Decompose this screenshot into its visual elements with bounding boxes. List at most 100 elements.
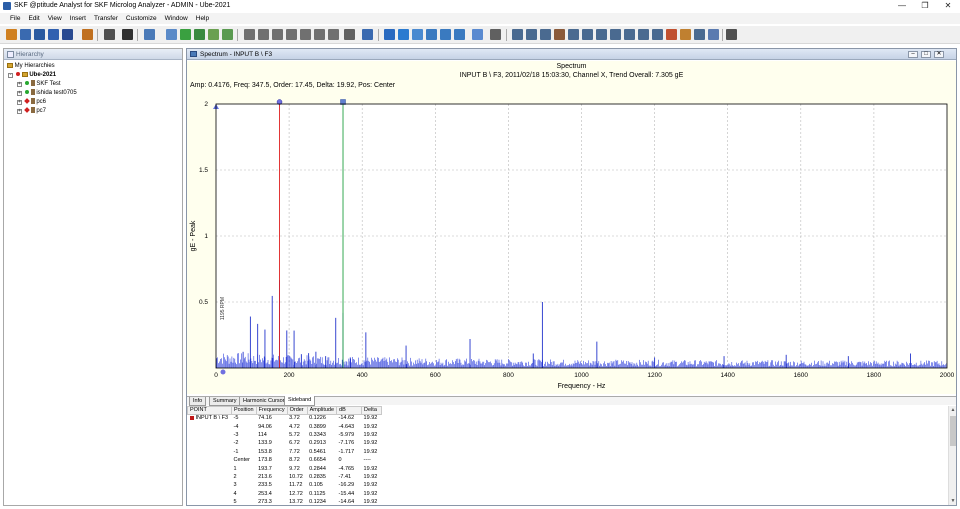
scroll-up-icon[interactable]: ▲ xyxy=(949,406,957,414)
table-row[interactable]: -3 114 5.72 0.3343 -5.979 19.92 xyxy=(188,431,382,439)
menu-insert[interactable]: Insert xyxy=(66,13,90,24)
col-point[interactable]: POINT xyxy=(187,406,232,415)
col-db[interactable]: dB xyxy=(336,406,363,415)
plot-time-icon[interactable] xyxy=(258,29,269,40)
waveform-icon[interactable] xyxy=(166,29,177,40)
cursor-icon[interactable] xyxy=(384,29,395,40)
scroll-thumb[interactable] xyxy=(950,416,956,446)
settings-icon[interactable] xyxy=(694,29,705,40)
menu-transfer[interactable]: Transfer xyxy=(90,13,122,24)
menu-help[interactable]: Help xyxy=(192,13,213,24)
expand-icon[interactable]: + xyxy=(17,91,22,96)
marker-icon[interactable] xyxy=(454,29,465,40)
menu-file[interactable]: File xyxy=(6,13,24,24)
open-icon[interactable] xyxy=(20,29,31,40)
tab-summary[interactable]: Summary xyxy=(209,397,241,406)
expand-icon[interactable]: + xyxy=(17,100,22,105)
zoom-in-icon[interactable] xyxy=(180,29,191,40)
table-row[interactable]: -1 153.8 7.72 0.5461 -1.717 19.92 xyxy=(188,448,382,456)
spectrum-maximize-button[interactable]: □ xyxy=(921,51,931,58)
play-icon[interactable] xyxy=(490,29,501,40)
harmonic-cursor-icon[interactable] xyxy=(398,29,409,40)
tree-root[interactable]: My Hierarchies xyxy=(7,62,55,70)
close-button[interactable]: ✕ xyxy=(937,0,959,12)
alarm-icon[interactable] xyxy=(582,29,593,40)
tab-sideband[interactable]: Sideband xyxy=(284,396,316,406)
tab-harmonic-cursor[interactable]: Harmonic Cursor xyxy=(239,397,289,406)
table-scrollbar[interactable]: ▲ ▼ xyxy=(948,406,956,505)
table-row[interactable]: 5 273.3 13.72 0.1234 -14.64 19.92 xyxy=(188,498,382,505)
bearing-icon[interactable] xyxy=(554,29,565,40)
minimize-button[interactable]: — xyxy=(891,0,913,12)
axis-icon[interactable] xyxy=(526,29,537,40)
properties-icon[interactable] xyxy=(62,29,73,40)
overlay-icon[interactable] xyxy=(472,29,483,40)
plot-bode-icon[interactable] xyxy=(328,29,339,40)
spectrum-chart[interactable]: 0 200 400 600 800 1000 1200 1400 1600 1800 2000 0.5… xyxy=(187,94,956,394)
print-icon[interactable] xyxy=(344,29,355,40)
refresh-icon[interactable] xyxy=(222,29,233,40)
filter-icon[interactable] xyxy=(512,29,523,40)
copy-icon[interactable] xyxy=(652,29,663,40)
col-delta[interactable]: Delta xyxy=(361,406,383,415)
grid-icon[interactable] xyxy=(596,29,607,40)
spectrum-minimize-button[interactable]: – xyxy=(908,51,918,58)
scroll-down-icon[interactable]: ▼ xyxy=(949,497,957,505)
zoom-out-icon[interactable] xyxy=(194,29,205,40)
units-icon[interactable] xyxy=(666,29,677,40)
transfer-icon[interactable] xyxy=(82,29,93,40)
peak-cursor-icon[interactable] xyxy=(426,29,437,40)
window-icon[interactable] xyxy=(708,29,719,40)
band-cursor-icon[interactable] xyxy=(440,29,451,40)
col-order[interactable]: Order xyxy=(286,406,308,415)
save-icon[interactable] xyxy=(34,29,45,40)
plot-phase-icon[interactable] xyxy=(314,29,325,40)
col-amplitude[interactable]: Amplitude xyxy=(306,406,338,415)
sideband-cursor-icon[interactable] xyxy=(412,29,423,40)
table-row[interactable]: 3 233.5 11.72 0.105 -16.29 19.92 xyxy=(188,482,382,490)
tree-item-pc7[interactable]: + pc7 xyxy=(17,107,46,115)
menu-customize[interactable]: Customize xyxy=(122,13,161,24)
tree-item-ube-2021[interactable]: - Ube-2021 xyxy=(8,71,56,79)
legend-icon[interactable] xyxy=(610,29,621,40)
annotation-icon[interactable] xyxy=(624,29,635,40)
tab-info[interactable]: Info xyxy=(189,397,207,406)
help-icon[interactable] xyxy=(726,29,737,40)
restore-button[interactable]: ❐ xyxy=(914,0,936,12)
scale-icon[interactable] xyxy=(540,29,551,40)
tree-item-skf-test[interactable]: + SKF Test xyxy=(17,80,61,88)
table-row[interactable]: -2 133.9 6.72 0.2913 -7.176 19.92 xyxy=(188,440,382,448)
plot-area[interactable]: 0 200 400 600 800 1000 1200 1400 1600 1800 2000 0.5… xyxy=(187,94,956,394)
col-frequency[interactable]: Frequency xyxy=(255,406,288,415)
menu-view[interactable]: View xyxy=(44,13,66,24)
table-row[interactable]: Center 173.8 8.72 0.6654 0 ---- xyxy=(188,456,382,464)
table-row[interactable]: INPUT B \ F3 -5 74.16 3.72 0.1226 -14.62 19.92 xyxy=(188,415,382,423)
x-scale-marker-icon[interactable] xyxy=(220,369,226,375)
export-icon[interactable] xyxy=(638,29,649,40)
report-icon[interactable] xyxy=(122,29,133,40)
plot-orbit-icon[interactable] xyxy=(300,29,311,40)
info-icon[interactable] xyxy=(48,29,59,40)
col-position[interactable]: Position xyxy=(231,406,257,415)
order-icon[interactable] xyxy=(680,29,691,40)
pointer-icon[interactable] xyxy=(104,29,115,40)
tree-item-ishida-test0705[interactable]: + ishida test0705 xyxy=(17,89,77,97)
collapse-icon[interactable]: - xyxy=(8,73,13,78)
new-icon[interactable] xyxy=(6,29,17,40)
expand-icon[interactable]: + xyxy=(17,82,22,87)
fault-freq-icon[interactable] xyxy=(568,29,579,40)
table-row[interactable]: -4 94.06 4.72 0.3899 -4.643 19.92 xyxy=(188,423,382,431)
split-view-icon[interactable] xyxy=(144,29,155,40)
tree-item-pc6[interactable]: + pc6 xyxy=(17,98,46,106)
menu-window[interactable]: Window xyxy=(161,13,192,24)
list-icon[interactable] xyxy=(362,29,373,40)
spectrum-close-button[interactable]: ✕ xyxy=(934,51,944,58)
table-row[interactable]: 2 213.6 10.72 0.2835 -7.41 19.92 xyxy=(188,473,382,481)
plot-trend-icon[interactable] xyxy=(272,29,283,40)
table-row[interactable]: 4 253.4 12.72 0.1125 -15.44 19.92 xyxy=(188,490,382,498)
plot-waterfall-icon[interactable] xyxy=(286,29,297,40)
expand-icon[interactable]: + xyxy=(17,109,22,114)
pan-icon[interactable] xyxy=(208,29,219,40)
table-row[interactable]: 1 193.7 9.72 0.2844 -4.765 19.92 xyxy=(188,465,382,473)
menu-edit[interactable]: Edit xyxy=(24,13,43,24)
